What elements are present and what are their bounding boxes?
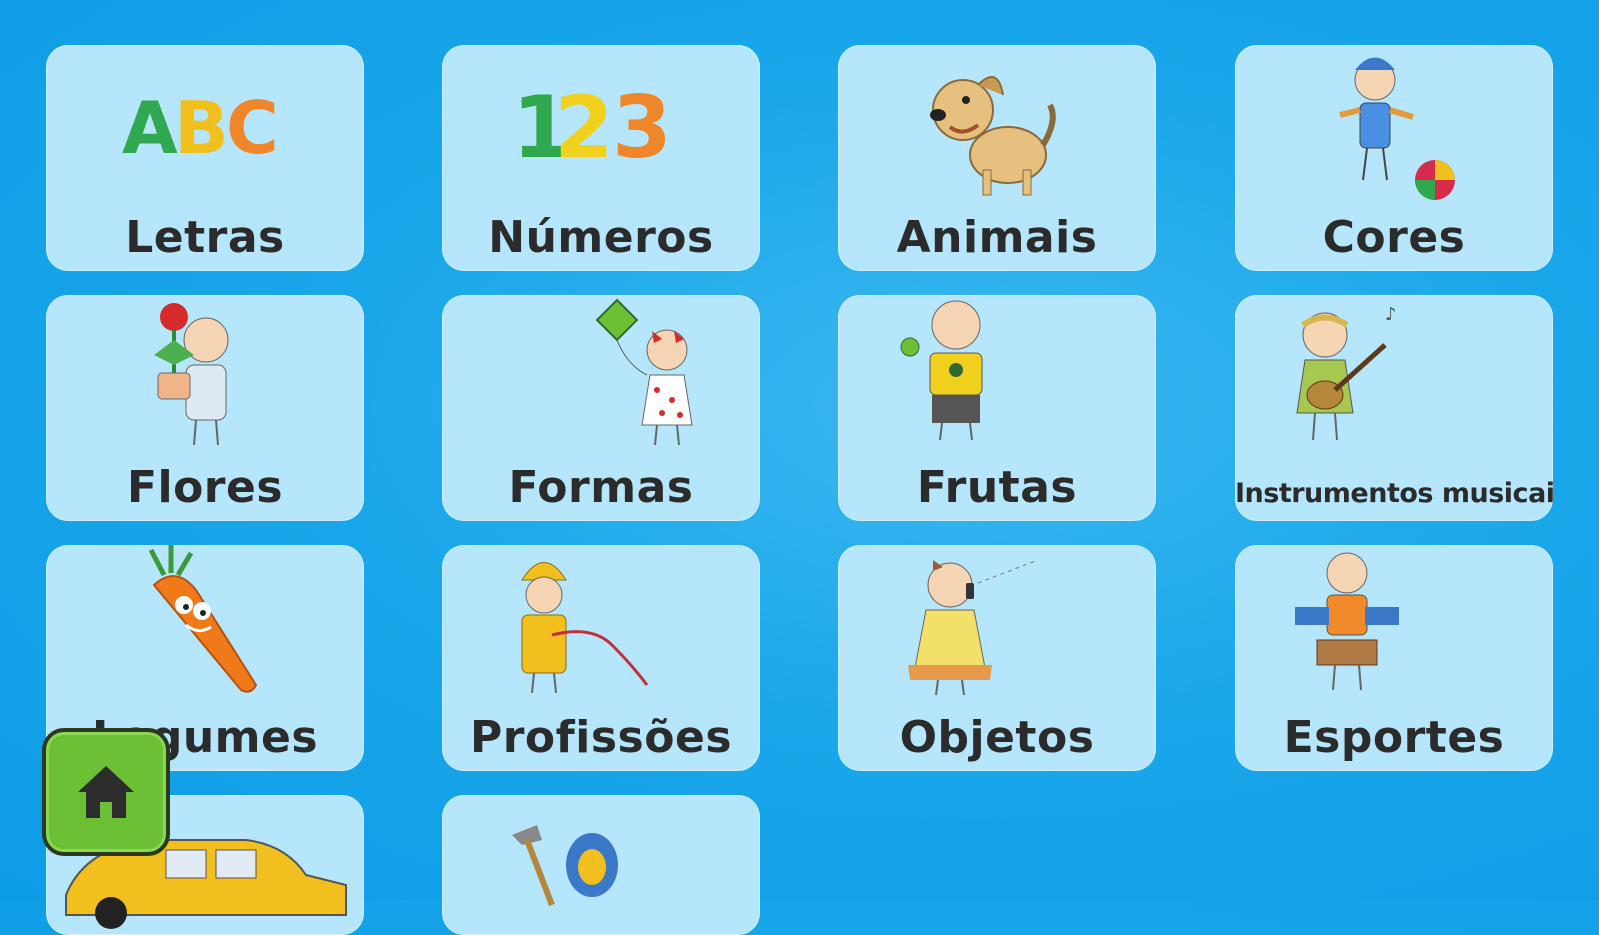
category-label: Cores [1322, 212, 1466, 263]
category-label: Frutas [916, 462, 1078, 513]
category-tile-numeros[interactable]: 1 2 3 Números [442, 45, 760, 271]
tools-icon [512, 825, 618, 907]
abc-letters-icon: A B C [122, 86, 279, 170]
girl-with-phone-icon [908, 559, 1039, 696]
child-with-ball-icon [1339, 57, 1455, 200]
home-button[interactable] [42, 728, 170, 856]
category-label: Números [488, 212, 714, 263]
category-label: Animais [896, 212, 1098, 263]
svg-text:3: 3 [612, 78, 672, 178]
category-label: Instrumentos musicais [1235, 478, 1553, 509]
category-label: Flores [126, 462, 284, 513]
category-label: Formas [508, 462, 694, 513]
numbers-123-icon: 1 2 3 [512, 78, 672, 178]
svg-text:2: 2 [554, 78, 614, 178]
category-tile-esportes[interactable]: Esportes [1235, 545, 1553, 771]
category-tile-frutas[interactable]: Frutas [838, 295, 1156, 521]
category-tile-instrumentos-musicais[interactable]: ♪ Instrumentos musicais [1235, 295, 1553, 521]
category-tile-objetos[interactable]: Objetos [838, 545, 1156, 771]
category-tile-profissoes[interactable]: Profissões [442, 545, 760, 771]
girl-with-guitar-icon: ♪ [1296, 304, 1397, 441]
category-label: Objetos [899, 712, 1095, 763]
child-with-flower-icon [154, 303, 229, 446]
home-icon [78, 766, 134, 818]
carrot-icon [148, 545, 258, 693]
girl-with-kite-icon [595, 298, 693, 446]
boy-with-apple-icon [900, 300, 983, 441]
svg-text:C: C [226, 86, 279, 170]
dog-icon [930, 76, 1056, 196]
category-tile-letras[interactable]: A B C Letras [46, 45, 364, 271]
svg-text:B: B [174, 86, 229, 170]
category-label: Letras [125, 212, 285, 263]
firefighter-icon [521, 562, 649, 694]
category-tile-flores[interactable]: Flores [46, 295, 364, 521]
category-tile-cores[interactable]: Cores [1235, 45, 1553, 271]
category-tile-animais[interactable]: Animais [838, 45, 1156, 271]
category-label: Esportes [1283, 712, 1505, 763]
category-tile-formas[interactable]: Formas [442, 295, 760, 521]
svg-text:♪: ♪ [1385, 304, 1397, 325]
svg-text:A: A [122, 86, 178, 170]
child-with-drum-icon [1295, 552, 1399, 691]
category-label: Profissões [469, 712, 733, 763]
category-tile-tools[interactable] [442, 795, 760, 935]
